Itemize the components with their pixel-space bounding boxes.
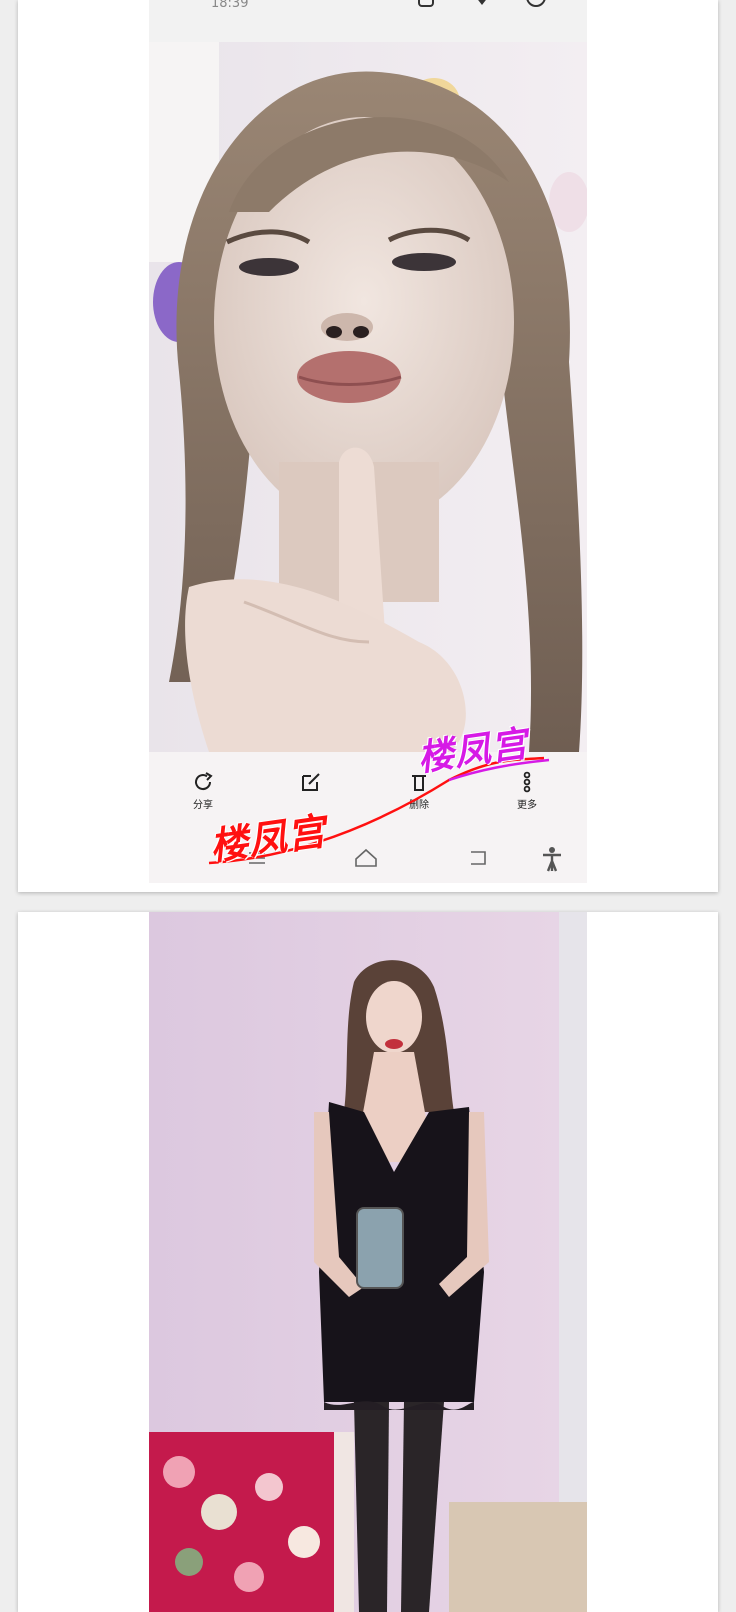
phone-screenshot-2 [149, 912, 587, 1612]
selfie-photo[interactable] [149, 42, 587, 752]
heart-icon[interactable] [471, 0, 493, 8]
back-arrow-icon[interactable] [175, 0, 197, 8]
status-time: 18:39 [211, 0, 249, 11]
gallery-top-bar: 18:39 [149, 0, 587, 43]
share-label: 分享 [193, 800, 213, 811]
more-label: 更多 [517, 800, 537, 811]
share-icon [195, 772, 213, 791]
info-icon[interactable] [525, 0, 547, 8]
back-icon[interactable] [467, 846, 491, 870]
screenshot-card-2 [18, 912, 718, 1612]
more-button[interactable]: 更多 [497, 770, 557, 811]
phone-screenshot-1: 18:39 分享 删除 更多 楼凤宫 楼凤宫 [149, 0, 587, 883]
more-icon [523, 771, 531, 793]
edit-icon [302, 773, 320, 791]
screenshot-card-1: 18:39 分享 删除 更多 楼凤宫 楼凤宫 [18, 0, 718, 892]
mirror-selfie-photo[interactable] [149, 912, 587, 1612]
share-button[interactable]: 分享 [173, 770, 233, 811]
delete-label: 删除 [409, 800, 429, 811]
accessibility-icon[interactable] [541, 846, 563, 872]
home-icon[interactable] [353, 846, 379, 870]
clipboard-icon[interactable] [415, 0, 437, 8]
